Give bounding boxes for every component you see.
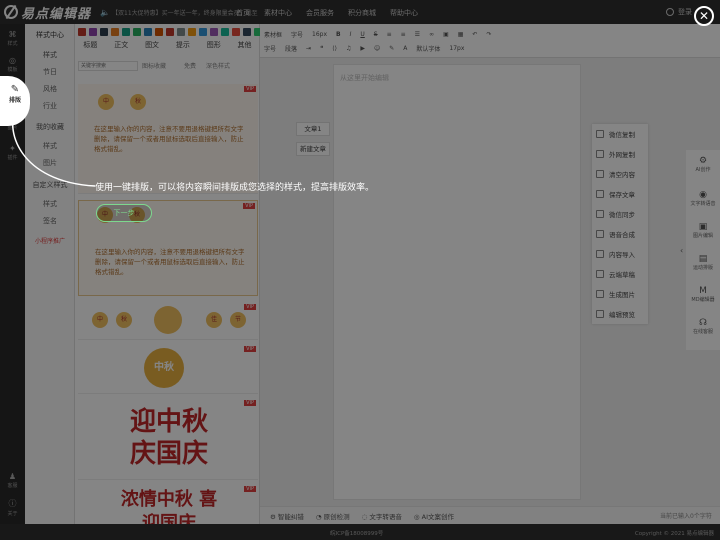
layout-icon: ✎ (10, 84, 20, 95)
guide-tip: 使用一键排版，可以将内容瞬间排版成您选择的样式，提高排版效率。 (95, 183, 375, 193)
next-step-button[interactable]: 下一步 (96, 204, 152, 222)
close-guide-icon[interactable]: ✕ (694, 6, 714, 26)
guide-arrow-curve (11, 101, 96, 187)
guide-overlay[interactable] (0, 0, 720, 540)
